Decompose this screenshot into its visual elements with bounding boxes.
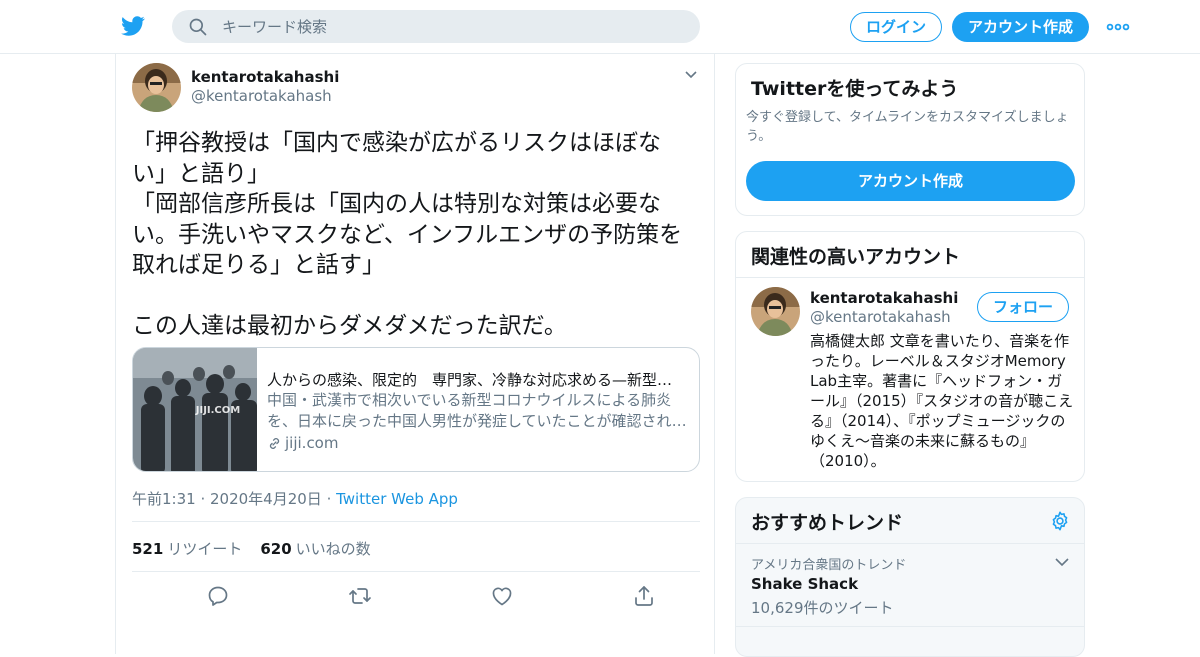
divider (132, 571, 700, 572)
like-count: 620 (260, 540, 292, 558)
tweet-actions (132, 584, 700, 612)
like-stat[interactable]: 620 いいねの数 (260, 540, 370, 558)
divider (736, 277, 1084, 278)
share-icon[interactable] (632, 584, 656, 608)
gear-icon[interactable] (1049, 510, 1071, 532)
tweet-text: 「押谷教授は「国内で感染が広がるリスクはほぼない」と語り」 「岡部信彦所長は「国… (132, 130, 683, 339)
avatar[interactable] (751, 287, 800, 336)
divider (736, 543, 1084, 544)
search-icon (189, 18, 207, 36)
retweet-count: 521 (132, 540, 164, 558)
link-icon (269, 437, 280, 449)
like-icon[interactable] (490, 584, 514, 608)
link-card[interactable]: JIJI.COM 人からの感染、限定的 専門家、冷静な対応求める—新型コロナ：時… (132, 347, 700, 472)
related-account-bio: 高橋健太郎 文章を書いたり、音楽を作ったり。レーベル＆スタジオMemory La… (810, 332, 1074, 470)
trend-location: アメリカ合衆国のトレンド (751, 558, 907, 573)
trend-name[interactable]: Shake Shack (751, 575, 858, 593)
related-accounts-title: 関連性の高いアカウント (751, 246, 961, 268)
search-input[interactable] (222, 10, 682, 43)
card-description: 中国・武漢市で相次いでいる新型コロナウイルスによる肺炎 を、日本に戻った中国人男… (267, 390, 687, 432)
tweet-timestamp[interactable]: 午前1:31 · 2020年4月20日 (132, 490, 322, 508)
card-thumbnail: JIJI.COM (133, 348, 257, 471)
tweet-source[interactable]: Twitter Web App (336, 490, 458, 508)
related-account-name[interactable]: kentarotakahashi (810, 289, 958, 307)
like-label: いいねの数 (295, 540, 371, 558)
signup-button[interactable]: アカウント作成 (952, 12, 1089, 42)
divider (736, 626, 1084, 627)
chevron-down-icon[interactable] (684, 68, 698, 82)
signup-panel: Twitterを使ってみよう 今すぐ登録して、タイムラインをカスタマイズしましょ… (735, 63, 1085, 216)
signup-panel-subtitle: 今すぐ登録して、タイムラインをカスタマイズしましょう。 (746, 110, 1069, 144)
tweet-detail: kentarotakahashi @kentarotakahash 「押谷教授は… (115, 54, 715, 654)
reply-icon[interactable] (206, 584, 230, 608)
card-domain-text: jiji.com (285, 434, 339, 452)
follow-button[interactable]: フォロー (977, 292, 1069, 322)
card-image-watermark: JIJI.COM (195, 405, 241, 416)
top-bar: ログイン アカウント作成 (0, 0, 1200, 54)
card-description-line: を、日本に戻った中国人男性が発症していたことが確認されました。 (267, 412, 687, 430)
tweet-metadata: 午前1:31 · 2020年4月20日 · Twitter Web App (132, 488, 458, 509)
twitter-bird-logo-icon[interactable] (120, 14, 146, 38)
related-account-handle[interactable]: @kentarotakahash (810, 308, 951, 326)
meta-separator: · (321, 490, 337, 508)
search-bar[interactable] (172, 10, 700, 43)
card-title[interactable]: 人からの感染、限定的 専門家、冷静な対応求める—新型コロナ：時事ドットコム (267, 369, 687, 390)
retweet-icon[interactable] (348, 584, 372, 608)
retweet-label: リツイート (167, 540, 243, 558)
trend-tweet-count: 10,629件のツイート (751, 599, 894, 617)
more-options-icon[interactable] (1106, 18, 1130, 36)
related-accounts-panel: 関連性の高いアカウント kentarotakahashi @kentarotak… (735, 231, 1085, 482)
retweet-stat[interactable]: 521 リツイート (132, 540, 242, 558)
trends-panel: おすすめトレンド アメリカ合衆国のトレンド Shake Shack 10,629… (735, 497, 1085, 657)
login-button[interactable]: ログイン (850, 12, 942, 42)
tweet-stats: 521 リツイート 620 いいねの数 (132, 538, 371, 559)
tweet-author-name[interactable]: kentarotakahashi (191, 68, 339, 86)
tweet-author-handle[interactable]: @kentarotakahash (191, 87, 332, 105)
card-description-line: 中国・武漢市で相次いでいる新型コロナウイルスによる肺炎 (267, 391, 672, 409)
chevron-down-icon[interactable] (1054, 555, 1070, 569)
trends-title: おすすめトレンド (751, 512, 904, 534)
avatar[interactable] (132, 63, 181, 112)
create-account-button[interactable]: アカウント作成 (746, 161, 1075, 201)
signup-panel-title: Twitterを使ってみよう (751, 78, 959, 100)
card-domain[interactable]: jiji.com (267, 434, 338, 452)
divider (132, 521, 700, 522)
